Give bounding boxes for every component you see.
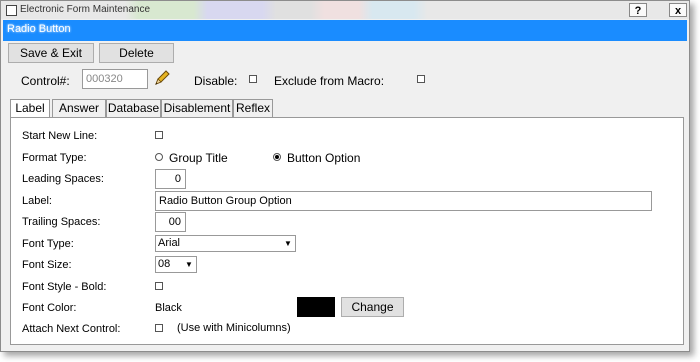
leading-spaces-label: Leading Spaces:	[22, 173, 104, 185]
group-title-option-label: Group Title	[169, 151, 228, 165]
title-bar: Electronic Form Maintenance ? x	[1, 1, 689, 19]
tab-reflex[interactable]: Reflex	[233, 99, 273, 117]
font-type-select[interactable]: Arial ▼	[155, 235, 296, 252]
minicolumns-note: (Use with Minicolumns)	[177, 322, 291, 334]
save-exit-button[interactable]: Save & Exit	[8, 43, 94, 63]
attach-next-control-label: Attach Next Control:	[22, 323, 121, 335]
font-color-value: Black	[155, 302, 182, 314]
app-icon	[6, 5, 17, 16]
dropdown-arrow-icon[interactable]: ▼	[183, 258, 195, 271]
tab-disablement[interactable]: Disablement	[161, 99, 233, 117]
font-type-label: Font Type:	[22, 238, 74, 250]
format-type-label: Format Type:	[22, 152, 87, 164]
font-style-bold-label: Font Style - Bold:	[22, 281, 107, 293]
group-title-radio[interactable]	[155, 153, 163, 161]
form-maintenance-window: Electronic Form Maintenance ? x Radio Bu…	[0, 0, 690, 352]
tab-answer[interactable]: Answer	[52, 99, 106, 117]
font-type-value: Arial	[158, 237, 181, 249]
attach-next-control-checkbox[interactable]	[155, 324, 163, 332]
exclude-macro-label: Exclude from Macro:	[274, 74, 385, 88]
delete-button[interactable]: Delete	[99, 43, 174, 63]
label-text-field[interactable]: Radio Button Group Option	[155, 191, 652, 211]
font-size-select[interactable]: 08 ▼	[155, 256, 197, 273]
font-color-label: Font Color:	[22, 302, 77, 314]
change-color-button[interactable]: Change	[341, 297, 404, 317]
header-title: Radio Button	[7, 23, 71, 35]
font-style-bold-checkbox[interactable]	[155, 282, 163, 290]
button-option-label: Button Option	[287, 151, 361, 165]
close-button[interactable]: x	[669, 3, 687, 17]
start-new-line-checkbox[interactable]	[155, 131, 163, 139]
font-size-label: Font Size:	[22, 259, 72, 271]
help-button[interactable]: ?	[629, 3, 647, 17]
font-color-swatch	[297, 297, 335, 317]
dropdown-arrow-icon[interactable]: ▼	[282, 237, 294, 250]
font-size-value: 08	[158, 258, 171, 270]
window-title: Electronic Form Maintenance	[20, 4, 151, 15]
leading-spaces-field[interactable]: 0	[155, 169, 186, 189]
tab-database[interactable]: Database	[106, 99, 161, 117]
trailing-spaces-label: Trailing Spaces:	[22, 216, 101, 228]
button-option-radio[interactable]	[273, 153, 281, 161]
control-number-label: Control#:	[21, 74, 70, 88]
label-text-label: Label:	[22, 195, 52, 207]
tab-label[interactable]: Label	[10, 99, 50, 118]
disable-label: Disable:	[194, 74, 238, 88]
exclude-macro-checkbox[interactable]	[417, 75, 425, 83]
trailing-spaces-field[interactable]: 00	[155, 212, 186, 232]
start-new-line-label: Start New Line:	[22, 130, 98, 142]
control-number-field[interactable]: 000320	[82, 69, 148, 89]
disable-checkbox[interactable]	[249, 75, 257, 83]
pencil-icon[interactable]	[152, 68, 172, 88]
header-bar: Radio Button	[3, 20, 687, 41]
